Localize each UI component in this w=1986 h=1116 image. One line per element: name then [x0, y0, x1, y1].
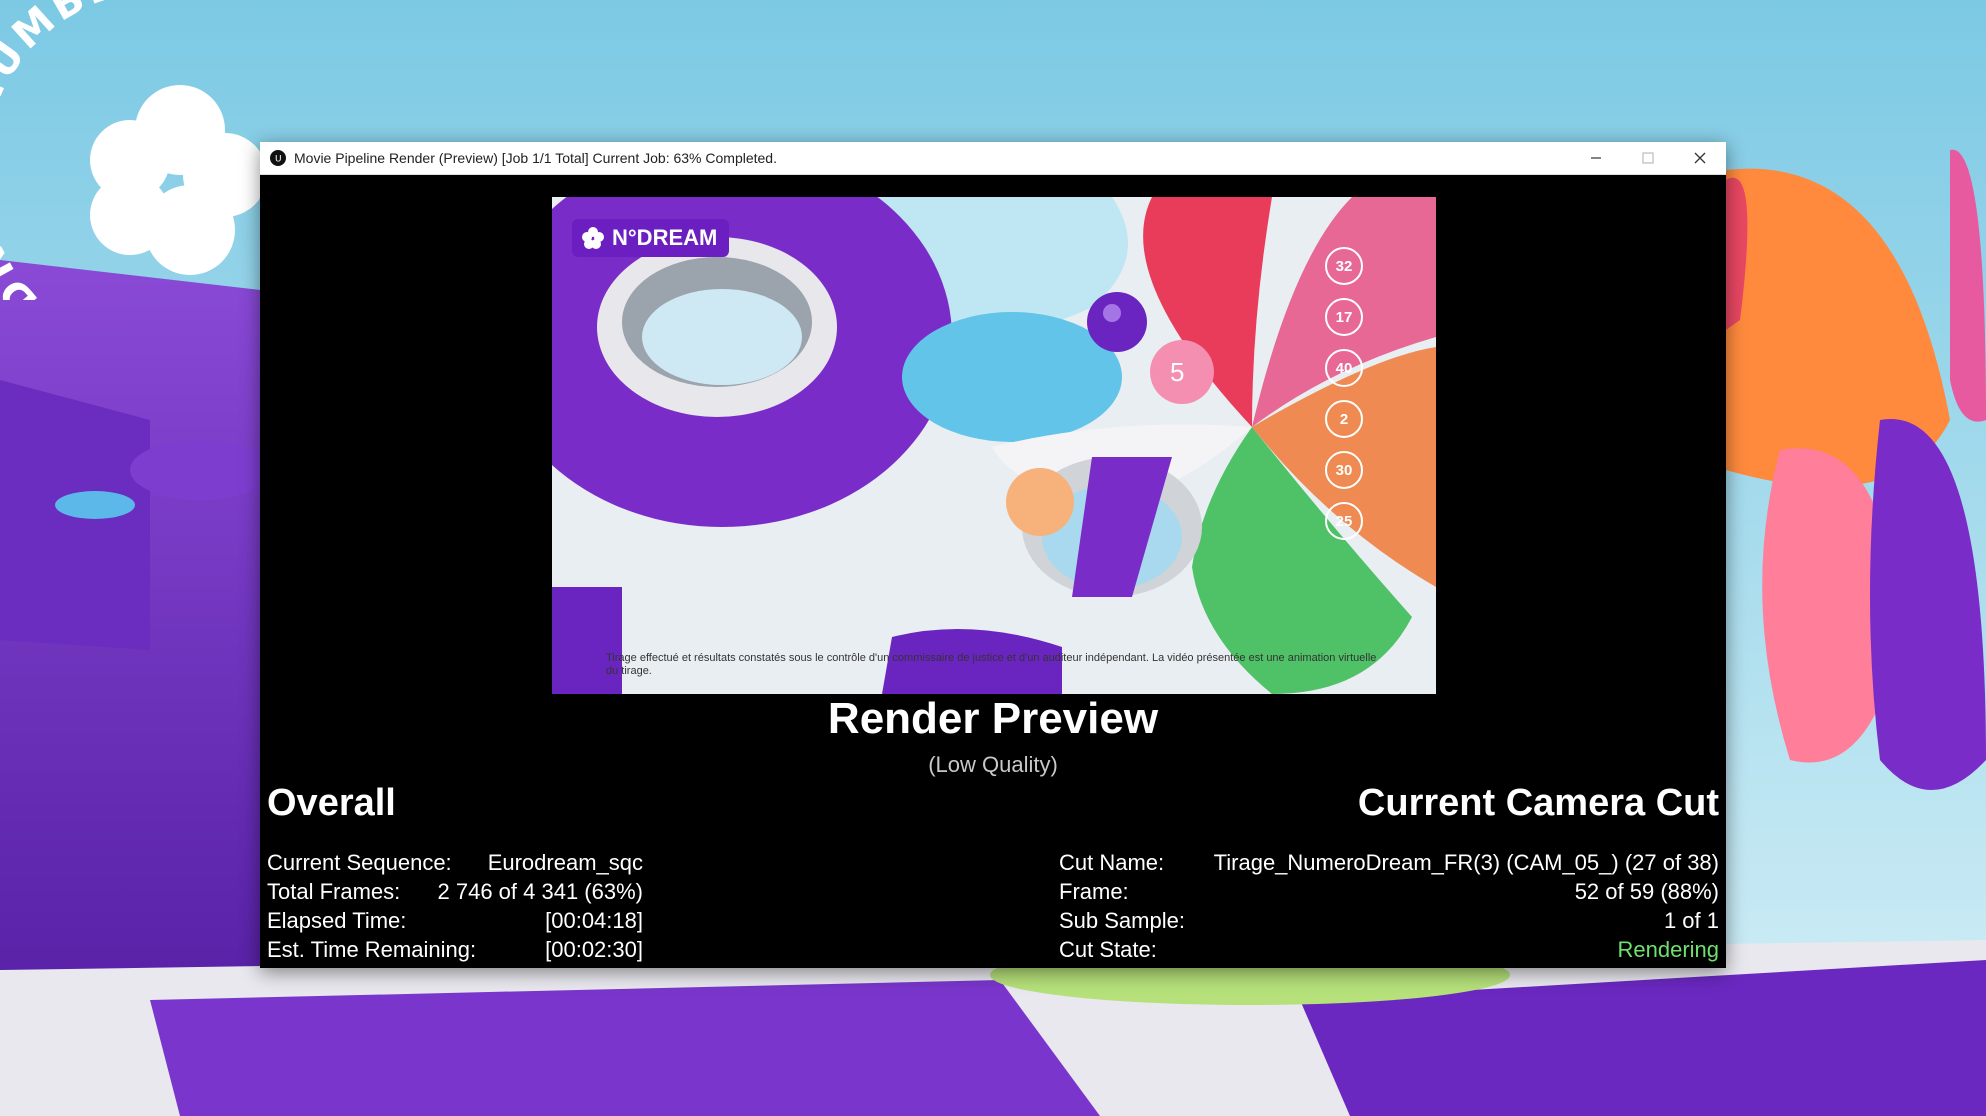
stat-label: Cut Name:: [1059, 850, 1165, 875]
stat-value: Eurodream_sqc: [487, 850, 643, 875]
stat-value: [00:02:30]: [545, 937, 643, 962]
ball-number: 30: [1325, 451, 1363, 489]
maximize-icon: [1642, 152, 1654, 164]
pink-ball-number: 5: [1170, 357, 1185, 387]
ndream-logo: N°DREAM: [572, 219, 730, 257]
flower-logo-icon: [582, 227, 604, 249]
stat-value: [00:04:18]: [545, 908, 643, 933]
stat-row: Total Frames: 2 746 of 4 341 (63%): [267, 877, 643, 906]
stat-value: Tirage_NumeroDream_FR(3) (CAM_05_) (27 o…: [1213, 850, 1719, 875]
cut-state-value: Rendering: [1617, 937, 1719, 962]
stat-label: Current Sequence:: [267, 850, 452, 875]
minimize-icon: [1591, 157, 1601, 159]
ball-number: 32: [1325, 247, 1363, 285]
stat-value: 1 of 1: [1663, 908, 1719, 933]
stat-label: Cut State:: [1059, 937, 1157, 962]
overall-heading: Overall: [267, 782, 396, 824]
render-preview-title: Render Preview: [827, 694, 1159, 743]
stat-value: 2 746 of 4 341 (63%): [437, 879, 643, 904]
stat-row: Sub Sample: 1 of 1: [1059, 906, 1719, 935]
stat-row: Cut Name: Tirage_NumeroDream_FR(3) (CAM_…: [1059, 848, 1719, 877]
stat-row: Est. Time Remaining: [00:02:30]: [267, 935, 643, 964]
minimize-button[interactable]: [1570, 142, 1622, 174]
svg-text:DREAM NUMBER: DREAM NUMBER: [0, 0, 157, 300]
stat-row: Current Sequence: Eurodream_sqc: [267, 848, 643, 877]
preview-scene: [552, 197, 1436, 694]
unreal-logo-icon: U: [270, 150, 286, 166]
camera-cut-stats: Cut Name: Tirage_NumeroDream_FR(3) (CAM_…: [1059, 848, 1719, 964]
stat-label: Sub Sample:: [1059, 908, 1185, 933]
close-icon: [1694, 152, 1706, 164]
title-bar[interactable]: U Movie Pipeline Render (Preview) [Job 1…: [260, 142, 1726, 175]
stat-label: Frame:: [1059, 879, 1129, 904]
ball-number: 17: [1325, 298, 1363, 336]
render-preview-subtitle: (Low Quality): [928, 752, 1058, 777]
ball-number: 40: [1325, 349, 1363, 387]
stat-value: 52 of 59 (88%): [1574, 879, 1719, 904]
maximize-button[interactable]: [1622, 142, 1674, 174]
dream-number-brand: DREAM NUMBER: [0, 0, 157, 300]
camera-cut-heading: Current Camera Cut: [1357, 782, 1719, 824]
stat-label: Est. Time Remaining:: [267, 937, 477, 962]
stat-row: Cut State: Rendering: [1059, 935, 1719, 964]
render-window: U Movie Pipeline Render (Preview) [Job 1…: [260, 142, 1726, 968]
ball-number: 25: [1325, 502, 1363, 540]
svg-text:U: U: [275, 155, 282, 164]
overall-stats: Current Sequence: Eurodream_sqc Total Fr…: [267, 848, 643, 964]
render-preview-image: N°DREAM 32 17 40 2 30 25 5 Tirage effect…: [552, 197, 1436, 694]
stat-row: Elapsed Time: [00:04:18]: [267, 906, 643, 935]
stat-label: Total Frames:: [267, 879, 401, 904]
close-button[interactable]: [1674, 142, 1726, 174]
legal-disclaimer: Tirage effectué et résultats constatés s…: [606, 652, 1377, 677]
window-title: Movie Pipeline Render (Preview) [Job 1/1…: [294, 150, 777, 166]
stat-row: Frame: 52 of 59 (88%): [1059, 877, 1719, 906]
ball-number: 2: [1325, 400, 1363, 438]
stat-label: Elapsed Time:: [267, 908, 407, 933]
logo-text: N°DREAM: [612, 225, 718, 250]
